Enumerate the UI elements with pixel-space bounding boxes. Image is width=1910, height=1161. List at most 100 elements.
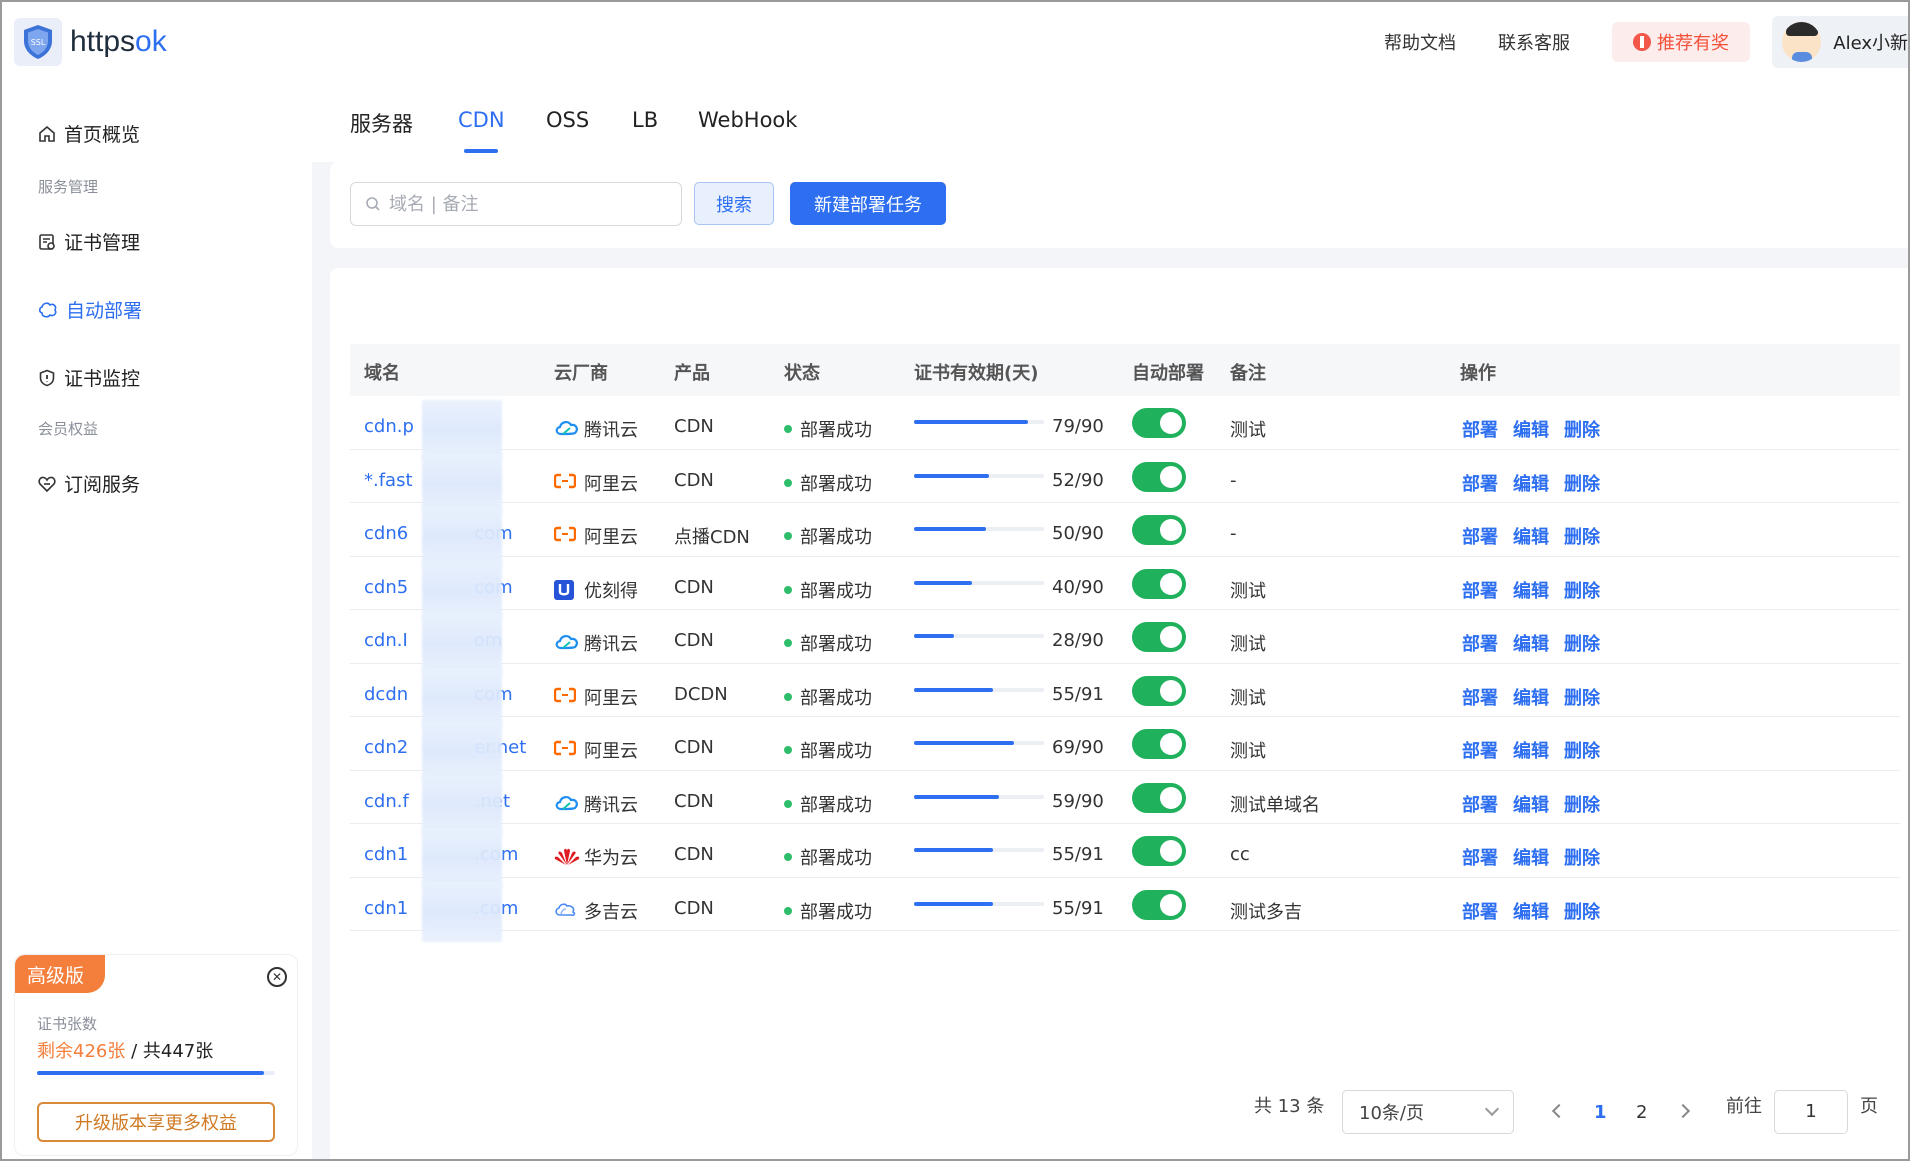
table-row: cdn1.com 华为云 CDN 部署成功 55/91 cc 部署编辑删除 — [350, 824, 1900, 888]
vendor-name: 多吉云 — [584, 901, 638, 923]
auto-deploy-toggle[interactable] — [1132, 568, 1186, 599]
status-dot-icon — [784, 799, 792, 808]
search-input[interactable] — [389, 193, 669, 215]
table-row: cdn5com 优刻得 CDN 部署成功 40/90 测试 部署编辑删除 — [350, 557, 1900, 621]
domain-link[interactable]: cdn2er.net — [364, 721, 526, 781]
page-size-select[interactable]: 10条/页 — [1342, 1090, 1514, 1134]
auto-deploy-toggle[interactable] — [1132, 408, 1186, 438]
sidebar-item-label: 自动部署 — [66, 300, 143, 322]
deploy-button[interactable]: 部署 — [1462, 523, 1498, 549]
sidebar-item-subscription[interactable]: 订阅服务 — [38, 470, 140, 497]
delete-button[interactable]: 删除 — [1564, 523, 1600, 549]
user-menu[interactable]: Alex小新 — [1772, 16, 1908, 68]
edit-button[interactable]: 编辑 — [1513, 684, 1549, 710]
deploy-button[interactable]: 部署 — [1462, 416, 1498, 442]
delete-button[interactable]: 删除 — [1564, 577, 1600, 603]
search-button[interactable]: 搜索 — [694, 182, 774, 225]
auto-deploy-toggle[interactable] — [1132, 729, 1186, 759]
sidebar-item-certificates[interactable]: 证书管理 — [38, 228, 140, 255]
deploy-button[interactable]: 部署 — [1462, 898, 1498, 924]
sidebar-item-overview[interactable]: 首页概览 — [38, 120, 140, 147]
help-docs-link[interactable]: 帮助文档 — [1384, 29, 1456, 55]
tab-oss[interactable]: OSS — [546, 108, 589, 132]
logo-text: httpsok — [70, 25, 167, 58]
page-2[interactable]: 2 — [1636, 1102, 1647, 1123]
delete-button[interactable]: 删除 — [1564, 898, 1600, 924]
logo[interactable]: SSL httpsok — [14, 18, 167, 66]
edit-button[interactable]: 编辑 — [1513, 737, 1549, 763]
deploy-button[interactable]: 部署 — [1462, 844, 1498, 870]
domain-link[interactable]: dcdncom — [364, 667, 513, 728]
remark-cell: - — [1230, 469, 1237, 491]
auto-deploy-toggle[interactable] — [1132, 889, 1186, 920]
sidebar-item-monitor[interactable]: 证书监控 — [38, 364, 140, 391]
tab-webhook[interactable]: WebHook — [698, 108, 797, 132]
domain-link[interactable]: cdn.f.net — [364, 774, 510, 835]
vendor-cell: 阿里云 — [553, 737, 638, 763]
close-icon[interactable]: ✕ — [267, 967, 287, 987]
product-cell: CDN — [674, 790, 714, 812]
status-badge: 部署成功 — [784, 737, 872, 763]
remark-cell: 测试 — [1230, 634, 1266, 655]
col-status: 状态 — [784, 363, 820, 384]
deploy-button[interactable]: 部署 — [1462, 791, 1498, 817]
status-badge: 部署成功 — [784, 844, 872, 870]
delete-button[interactable]: 删除 — [1564, 844, 1600, 870]
auto-deploy-toggle[interactable] — [1132, 836, 1186, 866]
upgrade-button[interactable]: 升级版本享更多权益 — [37, 1102, 275, 1142]
vendor-cell: 阿里云 — [553, 684, 638, 710]
edit-button[interactable]: 编辑 — [1513, 416, 1549, 442]
edit-button[interactable]: 编辑 — [1513, 630, 1549, 656]
new-deploy-task-button[interactable]: 新建部署任务 — [790, 182, 946, 225]
status-dot-icon — [784, 585, 792, 594]
tab-cdn[interactable]: CDN — [458, 108, 505, 132]
goto-page-input[interactable]: 1 — [1774, 1090, 1848, 1134]
domain-link[interactable]: cdn1.com — [364, 828, 518, 888]
auto-deploy-toggle[interactable] — [1132, 782, 1186, 813]
auto-deploy-toggle[interactable] — [1132, 461, 1186, 492]
delete-button[interactable]: 删除 — [1564, 684, 1600, 710]
quota-value: 剩余426张 / 共447张 — [37, 1041, 214, 1062]
tab-lb[interactable]: LB — [632, 108, 658, 132]
col-validity: 证书有效期(天) — [914, 363, 1039, 384]
domain-link[interactable]: cdn.p — [364, 400, 502, 460]
tencent-cloud-icon — [554, 419, 578, 439]
search-field[interactable] — [350, 182, 682, 226]
product-cell: CDN — [674, 630, 714, 651]
delete-button[interactable]: 删除 — [1564, 416, 1600, 442]
deploy-button[interactable]: 部署 — [1462, 737, 1498, 763]
edit-button[interactable]: 编辑 — [1513, 791, 1549, 817]
domain-link[interactable]: cdn.Iom — [364, 614, 502, 674]
delete-button[interactable]: 删除 — [1564, 737, 1600, 763]
deploy-button[interactable]: 部署 — [1462, 684, 1498, 710]
sidebar-item-label: 证书监控 — [64, 368, 141, 390]
tab-server[interactable]: 服务器 — [350, 108, 413, 138]
domain-link[interactable]: *.fast — [364, 453, 502, 514]
domain-link[interactable]: cdn1.com — [364, 881, 518, 942]
vendor-cell: 阿里云 — [553, 470, 638, 496]
edit-button[interactable]: 编辑 — [1513, 898, 1549, 924]
validity-progress — [914, 527, 1044, 531]
auto-deploy-toggle[interactable] — [1132, 515, 1186, 545]
delete-button[interactable]: 删除 — [1564, 470, 1600, 496]
delete-button[interactable]: 删除 — [1564, 630, 1600, 656]
subscribe-icon — [38, 476, 56, 492]
delete-button[interactable]: 删除 — [1564, 791, 1600, 817]
deploy-button[interactable]: 部署 — [1462, 470, 1498, 496]
search-icon — [366, 197, 380, 211]
deploy-button[interactable]: 部署 — [1462, 630, 1498, 656]
referral-reward-button[interactable]: 推荐有奖 — [1612, 22, 1750, 62]
auto-deploy-toggle[interactable] — [1132, 622, 1186, 652]
auto-deploy-toggle[interactable] — [1132, 675, 1186, 706]
page-1[interactable]: 1 — [1594, 1102, 1607, 1123]
edit-button[interactable]: 编辑 — [1513, 577, 1549, 603]
domain-link[interactable]: cdn5com — [364, 560, 513, 621]
edit-button[interactable]: 编辑 — [1513, 470, 1549, 496]
sidebar-item-auto-deploy[interactable]: 自动部署 — [38, 296, 142, 323]
vendor-name: 腾讯云 — [584, 420, 638, 441]
deploy-button[interactable]: 部署 — [1462, 577, 1498, 603]
domain-link[interactable]: cdn6com — [364, 507, 513, 567]
edit-button[interactable]: 编辑 — [1513, 523, 1549, 549]
edit-button[interactable]: 编辑 — [1513, 844, 1549, 870]
contact-support-link[interactable]: 联系客服 — [1498, 29, 1570, 55]
